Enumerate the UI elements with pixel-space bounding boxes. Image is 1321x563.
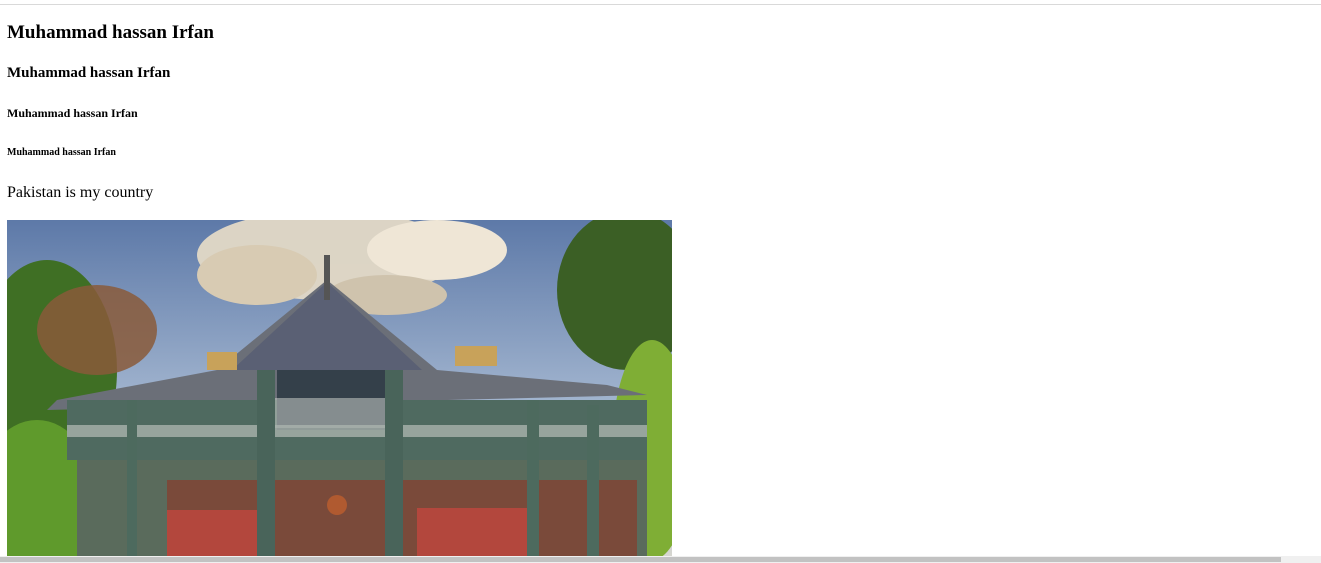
heading-h3: Muhammad hassan Irfan: [7, 106, 138, 120]
horizontal-scrollbar[interactable]: [0, 556, 1321, 563]
scrollbar-thumb[interactable]: [0, 557, 1281, 562]
heading-h2: Muhammad hassan Irfan: [7, 65, 171, 81]
country-paragraph: Pakistan is my country: [7, 184, 154, 201]
heading-h4: Muhammad hassan Irfan: [7, 147, 116, 158]
house-photo: [7, 220, 672, 556]
heading-h1: Muhammad hassan Irfan: [7, 22, 214, 43]
top-divider: [0, 4, 1321, 5]
